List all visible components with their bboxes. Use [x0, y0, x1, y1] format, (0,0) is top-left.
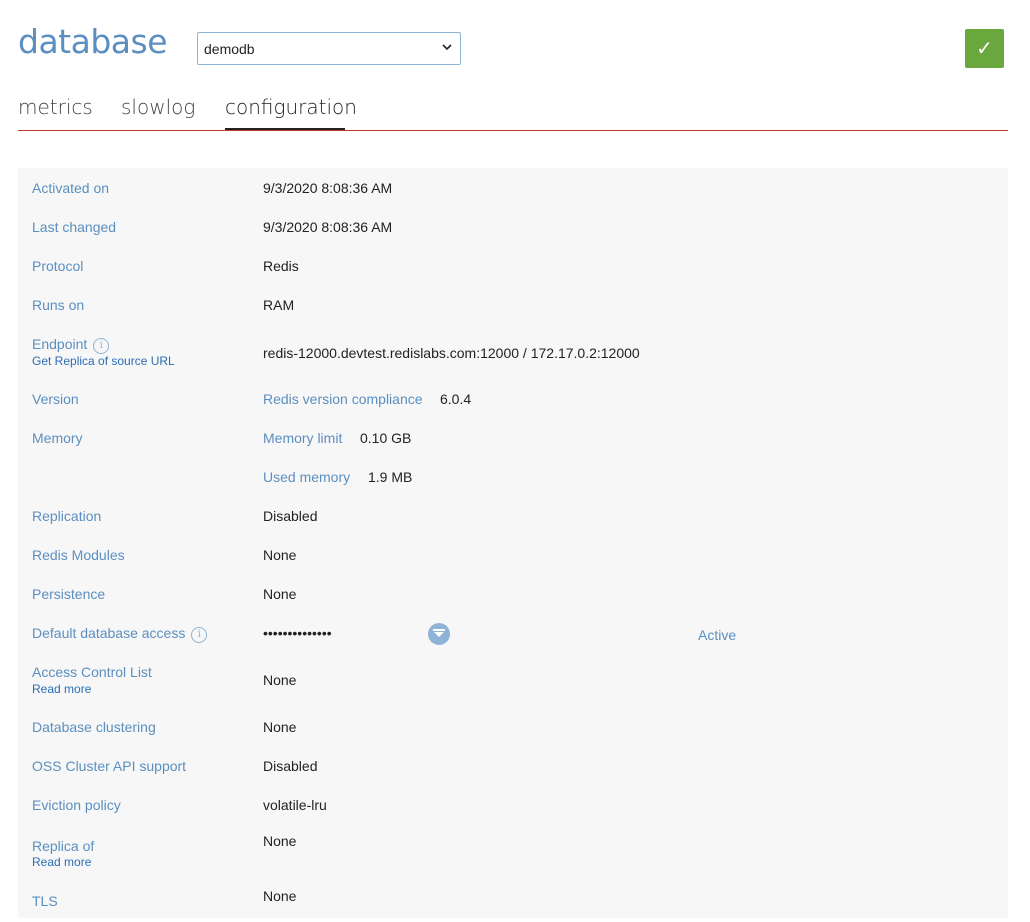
access-status: Active [698, 627, 737, 643]
row-label: Endpoint [32, 336, 88, 352]
database-select[interactable]: demodb [197, 32, 461, 65]
config-row-default-access: Default database access i •••••••••••••• … [18, 613, 1008, 652]
row-label: Persistence [32, 586, 106, 602]
config-row-endpoint: Endpoint i Get Replica of source URL redi… [18, 324, 1008, 379]
tabs-divider [18, 130, 1008, 131]
acl-read-more-link[interactable]: Read more [32, 682, 91, 696]
memory-limit-value: 0.10 GB [360, 430, 412, 446]
row-label: Default database access [32, 625, 186, 641]
used-memory-label: Used memory [263, 469, 351, 485]
config-row-runs-on: Runs on RAM [18, 285, 1008, 324]
row-value: 9/3/2020 8:08:36 AM [263, 180, 393, 196]
config-row-replica-of: Replica of Read more None [18, 824, 1008, 879]
replica-read-more-link[interactable]: Read more [32, 855, 91, 869]
row-value: None [263, 586, 297, 602]
config-row-acl: Access Control List Read more None [18, 652, 1008, 707]
row-value: None [263, 719, 297, 735]
row-value: volatile-lru [263, 797, 327, 813]
row-value: Disabled [263, 758, 318, 774]
config-row-tls: TLS None [18, 879, 1008, 918]
database-select-value: demodb [204, 41, 255, 57]
row-value: Redis [263, 258, 299, 274]
row-label: OSS Cluster API support [32, 758, 187, 774]
password-value: •••••••••••••• [263, 625, 332, 641]
row-value: None [263, 833, 297, 849]
row-label: Protocol [32, 258, 84, 274]
page-header: database demodb ✓ metrics slowlog config… [0, 0, 1030, 140]
row-value: None [263, 672, 297, 688]
tab-configuration[interactable]: configuration [225, 95, 357, 119]
row-label: Replica of [32, 838, 95, 854]
version-compliance-label: Redis version compliance [263, 391, 423, 407]
config-row-activated-on: Activated on 9/3/2020 8:08:36 AM [18, 168, 1008, 207]
configuration-table: Activated on 9/3/2020 8:08:36 AM Last ch… [18, 168, 1008, 918]
config-row-version: Version Redis version compliance 6.0.4 [18, 379, 1008, 418]
config-row-eviction-policy: Eviction policy volatile-lru [18, 785, 1008, 824]
row-value: Disabled [263, 508, 318, 524]
row-label: Runs on [32, 297, 85, 313]
row-value: None [263, 888, 297, 904]
endpoint-value: redis-12000.devtest.redislabs.com:12000 … [263, 345, 640, 361]
row-label: Memory [32, 430, 83, 446]
config-row-redis-modules: Redis Modules None [18, 535, 1008, 574]
replica-source-url-link[interactable]: Get Replica of source URL [32, 354, 175, 368]
version-value: 6.0.4 [440, 391, 472, 407]
row-label: Activated on [32, 180, 110, 196]
row-value: RAM [263, 297, 295, 313]
config-row-protocol: Protocol Redis [18, 246, 1008, 285]
show-password-toggle-icon[interactable] [428, 623, 450, 645]
row-label: Version [32, 391, 79, 407]
info-icon[interactable]: i [93, 338, 110, 354]
config-row-clustering: Database clustering None [18, 707, 1008, 746]
info-icon[interactable]: i [191, 627, 208, 643]
memory-limit-label: Memory limit [263, 430, 343, 446]
config-row-last-changed: Last changed 9/3/2020 8:08:36 AM [18, 207, 1008, 246]
tab-slowlog[interactable]: slowlog [121, 95, 195, 119]
checkmark-icon: ✓ [976, 38, 993, 60]
config-row-oss-cluster: OSS Cluster API support Disabled [18, 746, 1008, 785]
row-value: None [263, 547, 297, 563]
row-label: Last changed [32, 219, 117, 235]
row-label: Replication [32, 508, 102, 524]
row-label: Eviction policy [32, 797, 121, 813]
row-label: Access Control List [32, 664, 152, 680]
used-memory-value: 1.9 MB [368, 469, 413, 485]
page-title: database [18, 22, 168, 61]
config-row-memory: Memory Memory limit 0.10 GB Used memory … [18, 418, 1008, 496]
row-label: Redis Modules [32, 547, 125, 563]
config-row-replication: Replication Disabled [18, 496, 1008, 535]
chevron-down-icon [442, 44, 452, 51]
confirm-button[interactable]: ✓ [965, 29, 1004, 68]
tab-metrics[interactable]: metrics [18, 95, 93, 119]
row-label: TLS [32, 893, 58, 909]
row-label: Database clustering [32, 719, 156, 735]
config-row-persistence: Persistence None [18, 574, 1008, 613]
row-value: 9/3/2020 8:08:36 AM [263, 219, 393, 235]
